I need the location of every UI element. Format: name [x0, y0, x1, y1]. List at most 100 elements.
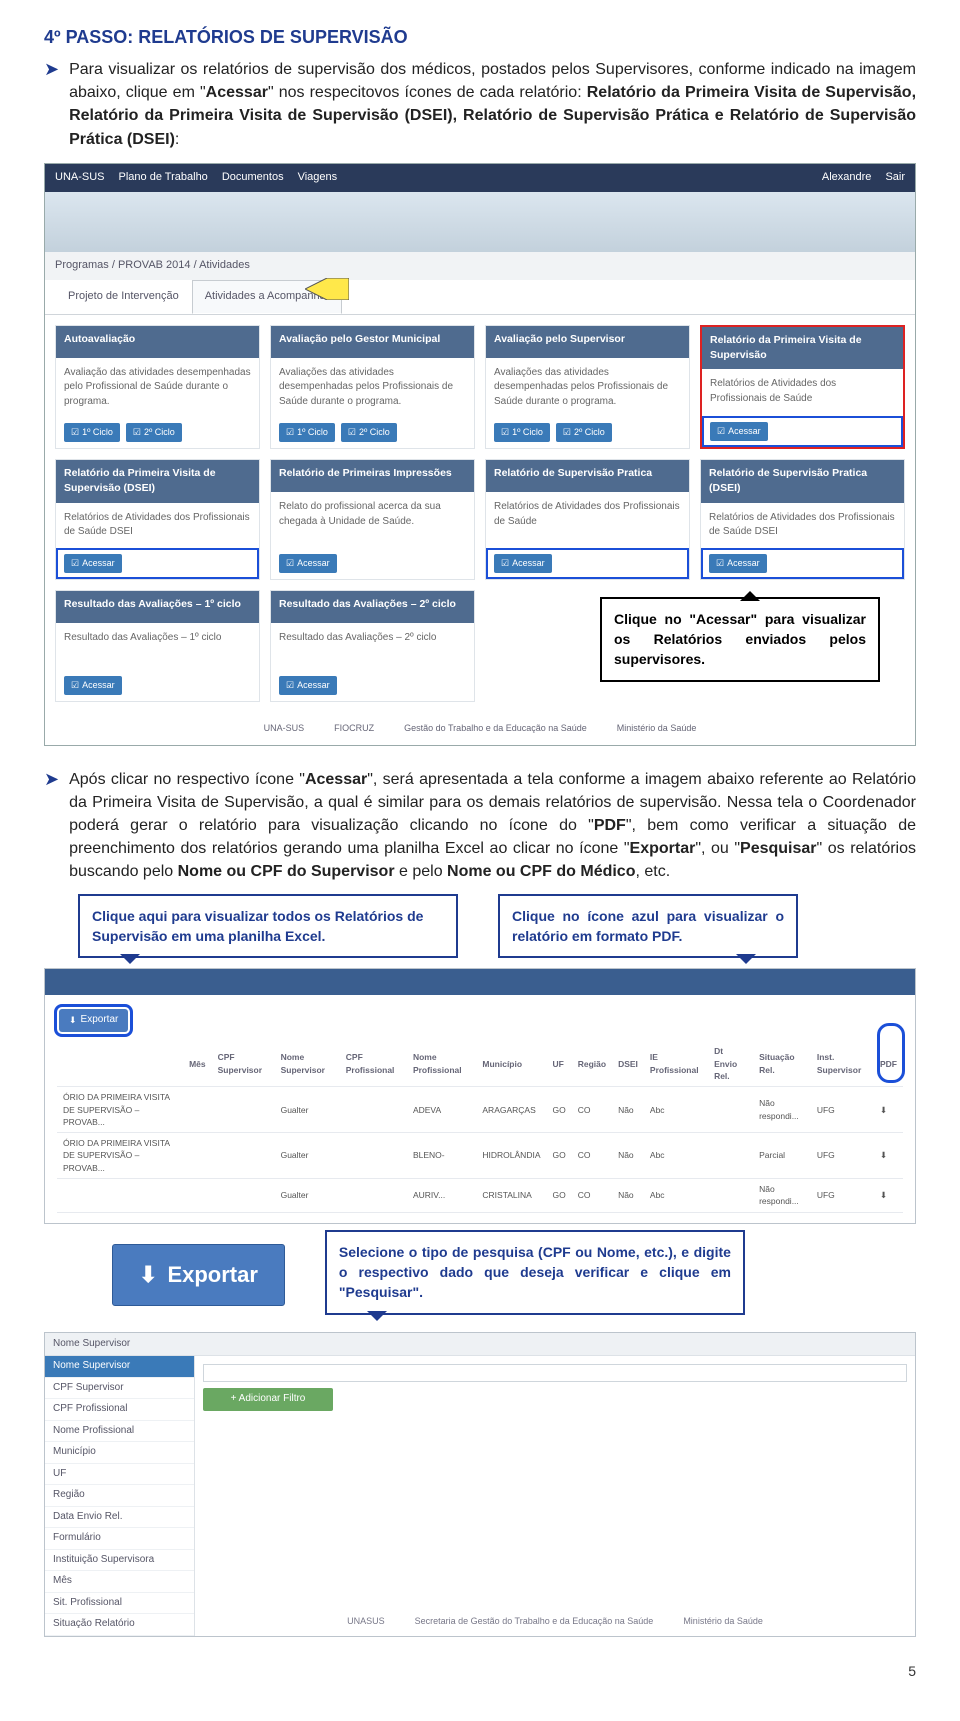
- filter-option[interactable]: Nome Profissional: [45, 1421, 194, 1443]
- check-icon: ☑: [286, 679, 294, 692]
- check-icon: ☑: [71, 426, 79, 439]
- button-label: Acessar: [512, 557, 545, 570]
- table-cell: [183, 1179, 212, 1213]
- table-cell: UFG: [811, 1179, 874, 1213]
- bullet-arrow-icon: ➤: [44, 768, 59, 791]
- bullet-arrow-icon: ➤: [44, 58, 59, 81]
- intro-paragraph-1: Para visualizar os relatórios de supervi…: [69, 58, 916, 151]
- card-footer: ☑Acessar: [702, 416, 903, 447]
- tab-projeto-de-intervencao[interactable]: Projeto de Intervenção: [55, 280, 192, 314]
- export-button-large[interactable]: ⬇ Exportar: [112, 1244, 285, 1306]
- filter-option[interactable]: Formulário: [45, 1528, 194, 1550]
- table-cell: HIDROLÂNDIA: [476, 1133, 546, 1179]
- filter-option[interactable]: Mês: [45, 1571, 194, 1593]
- table-header: Situação Rel.: [753, 1041, 811, 1086]
- ciclo-button[interactable]: ☑1º Ciclo: [494, 423, 550, 442]
- filter-option[interactable]: Instituição Supervisora: [45, 1550, 194, 1572]
- table-cell: Não: [612, 1087, 644, 1133]
- table-header: Município: [476, 1041, 546, 1086]
- footer-logo: Secretaria de Gestão do Trabalho e da Ed…: [415, 1615, 654, 1628]
- activity-card: Relatório da Primeira Visita de Supervis…: [55, 459, 260, 579]
- acessar-button[interactable]: ☑Acessar: [494, 554, 552, 573]
- filter-option[interactable]: Data Envio Rel.: [45, 1507, 194, 1529]
- card-body: Resultado das Avaliações – 1º ciclo: [56, 623, 259, 670]
- filter-option[interactable]: CPF Profissional: [45, 1399, 194, 1421]
- top-nav-item[interactable]: Plano de Trabalho: [119, 170, 208, 186]
- card-footer: ☑1º Ciclo ☑2º Ciclo: [486, 417, 689, 448]
- table-cell: ADEVA: [407, 1087, 476, 1133]
- card-body: Relatórios de Atividades dos Profissiona…: [701, 503, 904, 548]
- acessar-button[interactable]: ☑Acessar: [279, 554, 337, 573]
- table-cell: CO: [572, 1133, 612, 1179]
- activity-card: Relatório de Primeiras ImpressõesRelato …: [270, 459, 475, 579]
- acessar-button[interactable]: ☑Acessar: [279, 676, 337, 695]
- footer-logo: UNASUS: [347, 1615, 385, 1628]
- card-title: Avaliação pelo Gestor Municipal: [271, 326, 474, 358]
- filter-option[interactable]: Nome Supervisor: [45, 1356, 194, 1378]
- table-cell: Não respondi...: [753, 1179, 811, 1213]
- card-title: Avaliação pelo Supervisor: [486, 326, 689, 358]
- card-footer: ☑1º Ciclo ☑2º Ciclo: [56, 417, 259, 448]
- table-cell: Não: [612, 1133, 644, 1179]
- ciclo-button[interactable]: ☑2º Ciclo: [126, 423, 182, 442]
- p2-d: PDF: [594, 817, 626, 834]
- check-icon: ☑: [71, 557, 79, 570]
- table-cell: [212, 1133, 275, 1179]
- logout-link[interactable]: Sair: [885, 170, 905, 186]
- button-label: 1º Ciclo: [82, 426, 113, 439]
- callout1-a: Clique no ": [614, 611, 696, 627]
- card-footer: ☑Acessar: [271, 670, 474, 701]
- table-header: Região: [572, 1041, 612, 1086]
- table-cell: [340, 1133, 407, 1179]
- user-menu[interactable]: Alexandre: [822, 170, 872, 186]
- add-filter-button[interactable]: + Adicionar Filtro: [203, 1388, 333, 1411]
- filter-option[interactable]: UF: [45, 1464, 194, 1486]
- filter-option[interactable]: Situação Relatório: [45, 1614, 194, 1636]
- table-cell: [708, 1133, 753, 1179]
- filter-input[interactable]: [203, 1364, 907, 1382]
- footer-logo: Ministério da Saúde: [683, 1615, 763, 1628]
- ciclo-button[interactable]: ☑2º Ciclo: [341, 423, 397, 442]
- table-cell: ÓRIO DA PRIMEIRA VISITA DE SUPERVISÃO – …: [57, 1087, 183, 1133]
- check-icon: ☑: [501, 426, 509, 439]
- download-icon: ⬇: [139, 1259, 157, 1291]
- ciclo-button[interactable]: ☑1º Ciclo: [279, 423, 335, 442]
- table-cell: [340, 1087, 407, 1133]
- footer-logos-row: UNA-SUS FIOCRUZ Gestão do Trabalho e da …: [45, 712, 915, 745]
- table-cell: [212, 1087, 275, 1133]
- card-title: Relatório de Supervisão Pratica: [486, 460, 689, 492]
- callout1-b: Acessar: [696, 611, 751, 627]
- top-nav-item[interactable]: Viagens: [298, 170, 338, 186]
- export-button-large-label: Exportar: [167, 1259, 257, 1291]
- button-label: Acessar: [727, 557, 760, 570]
- table-cell: ⬇: [874, 1087, 903, 1133]
- table-cell: ⬇: [874, 1179, 903, 1213]
- ciclo-button[interactable]: ☑1º Ciclo: [64, 423, 120, 442]
- filter-option[interactable]: Sit. Profissional: [45, 1593, 194, 1615]
- table-cell: GO: [546, 1087, 571, 1133]
- table-cell: ARAGARÇAS: [476, 1087, 546, 1133]
- acessar-button[interactable]: ☑Acessar: [710, 422, 768, 441]
- top-nav-item[interactable]: Documentos: [222, 170, 284, 186]
- acessar-button[interactable]: ☑Acessar: [709, 554, 767, 573]
- breadcrumb: Programas / PROVAB 2014 / Atividades: [45, 252, 915, 280]
- table-cell: [708, 1179, 753, 1213]
- acessar-button[interactable]: ☑Acessar: [64, 554, 122, 573]
- table-cell: [183, 1087, 212, 1133]
- callout-export-excel: Clique aqui para visualizar todos os Rel…: [78, 894, 458, 959]
- table-cell: [212, 1179, 275, 1213]
- export-button[interactable]: ⬇ Exportar: [59, 1009, 128, 1032]
- callout-acessar-relatorios: Clique no "Acessar" para visualizar os R…: [600, 597, 880, 682]
- check-icon: ☑: [348, 426, 356, 439]
- table-cell: Gualter: [275, 1087, 340, 1133]
- activity-card: Resultado das Avaliações – 2º cicloResul…: [270, 590, 475, 702]
- filter-option[interactable]: CPF Supervisor: [45, 1378, 194, 1400]
- filter-option[interactable]: Município: [45, 1442, 194, 1464]
- acessar-button[interactable]: ☑Acessar: [64, 676, 122, 695]
- card-title: Relatório de Supervisão Pratica (DSEI): [701, 460, 904, 502]
- ciclo-button[interactable]: ☑2º Ciclo: [556, 423, 612, 442]
- table-row: ÓRIO DA PRIMEIRA VISITA DE SUPERVISÃO – …: [57, 1133, 903, 1179]
- filter-option[interactable]: Região: [45, 1485, 194, 1507]
- button-label: 1º Ciclo: [512, 426, 543, 439]
- button-label: Acessar: [82, 557, 115, 570]
